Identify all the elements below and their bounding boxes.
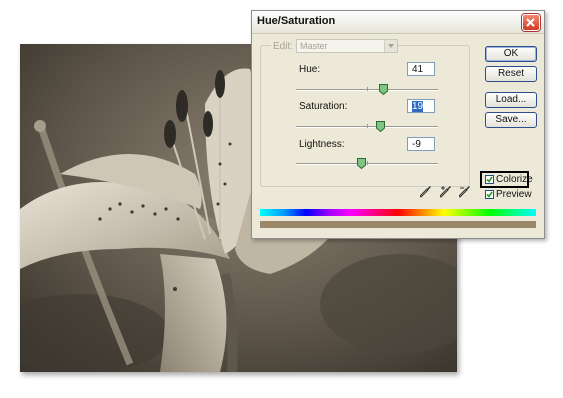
dialog-titlebar[interactable]: Hue/Saturation <box>252 11 544 34</box>
chevron-down-icon <box>388 44 394 48</box>
save-button[interactable]: Save... <box>485 112 537 128</box>
reset-button[interactable]: Reset <box>485 66 537 82</box>
close-icon <box>526 18 535 27</box>
colorize-label: Colorize <box>496 174 533 185</box>
lightness-slider-center-tick <box>367 161 368 165</box>
saturation-slider-thumb[interactable] <box>375 121 385 132</box>
eyedropper-icon[interactable] <box>420 185 432 198</box>
edit-label: Edit: <box>271 41 296 52</box>
hue-slider-thumb[interactable] <box>378 84 388 95</box>
load-button[interactable]: Load... <box>485 92 537 108</box>
lightness-value: -9 <box>412 139 421 150</box>
ok-button[interactable]: OK <box>485 46 537 62</box>
preview-checkbox[interactable] <box>485 190 494 199</box>
saturation-slider-center-tick <box>367 124 368 128</box>
lightness-slider-thumb[interactable] <box>356 158 366 169</box>
hue-saturation-dialog: Hue/Saturation Edit: Master Hue: 41 Satu… <box>251 10 545 239</box>
checkmark-icon <box>486 191 493 198</box>
saturation-value-field[interactable]: 19 <box>407 99 435 113</box>
hue-spectrum-bar <box>260 209 536 216</box>
adjusted-color-bar <box>260 221 536 228</box>
lightness-value-field[interactable]: -9 <box>407 137 435 151</box>
preview-label: Preview <box>496 189 532 200</box>
eyedropper-plus-icon[interactable] <box>440 185 452 198</box>
eyedropper-minus-icon[interactable] <box>459 185 471 198</box>
edit-select-arrow[interactable] <box>384 40 397 52</box>
dialog-title: Hue/Saturation <box>257 15 336 27</box>
colorize-checkbox[interactable] <box>485 175 494 184</box>
saturation-label: Saturation: <box>299 101 348 112</box>
edit-channel-select[interactable]: Master <box>296 39 398 53</box>
edit-select-value: Master <box>300 41 328 51</box>
saturation-value: 19 <box>412 101 424 112</box>
hue-value-field[interactable]: 41 <box>407 62 435 76</box>
hue-label: Hue: <box>299 64 321 75</box>
lightness-label: Lightness: <box>299 139 345 150</box>
close-button[interactable] <box>522 14 540 31</box>
checkmark-icon <box>486 176 493 183</box>
hue-value: 41 <box>412 64 424 75</box>
hue-slider-center-tick <box>367 87 368 91</box>
